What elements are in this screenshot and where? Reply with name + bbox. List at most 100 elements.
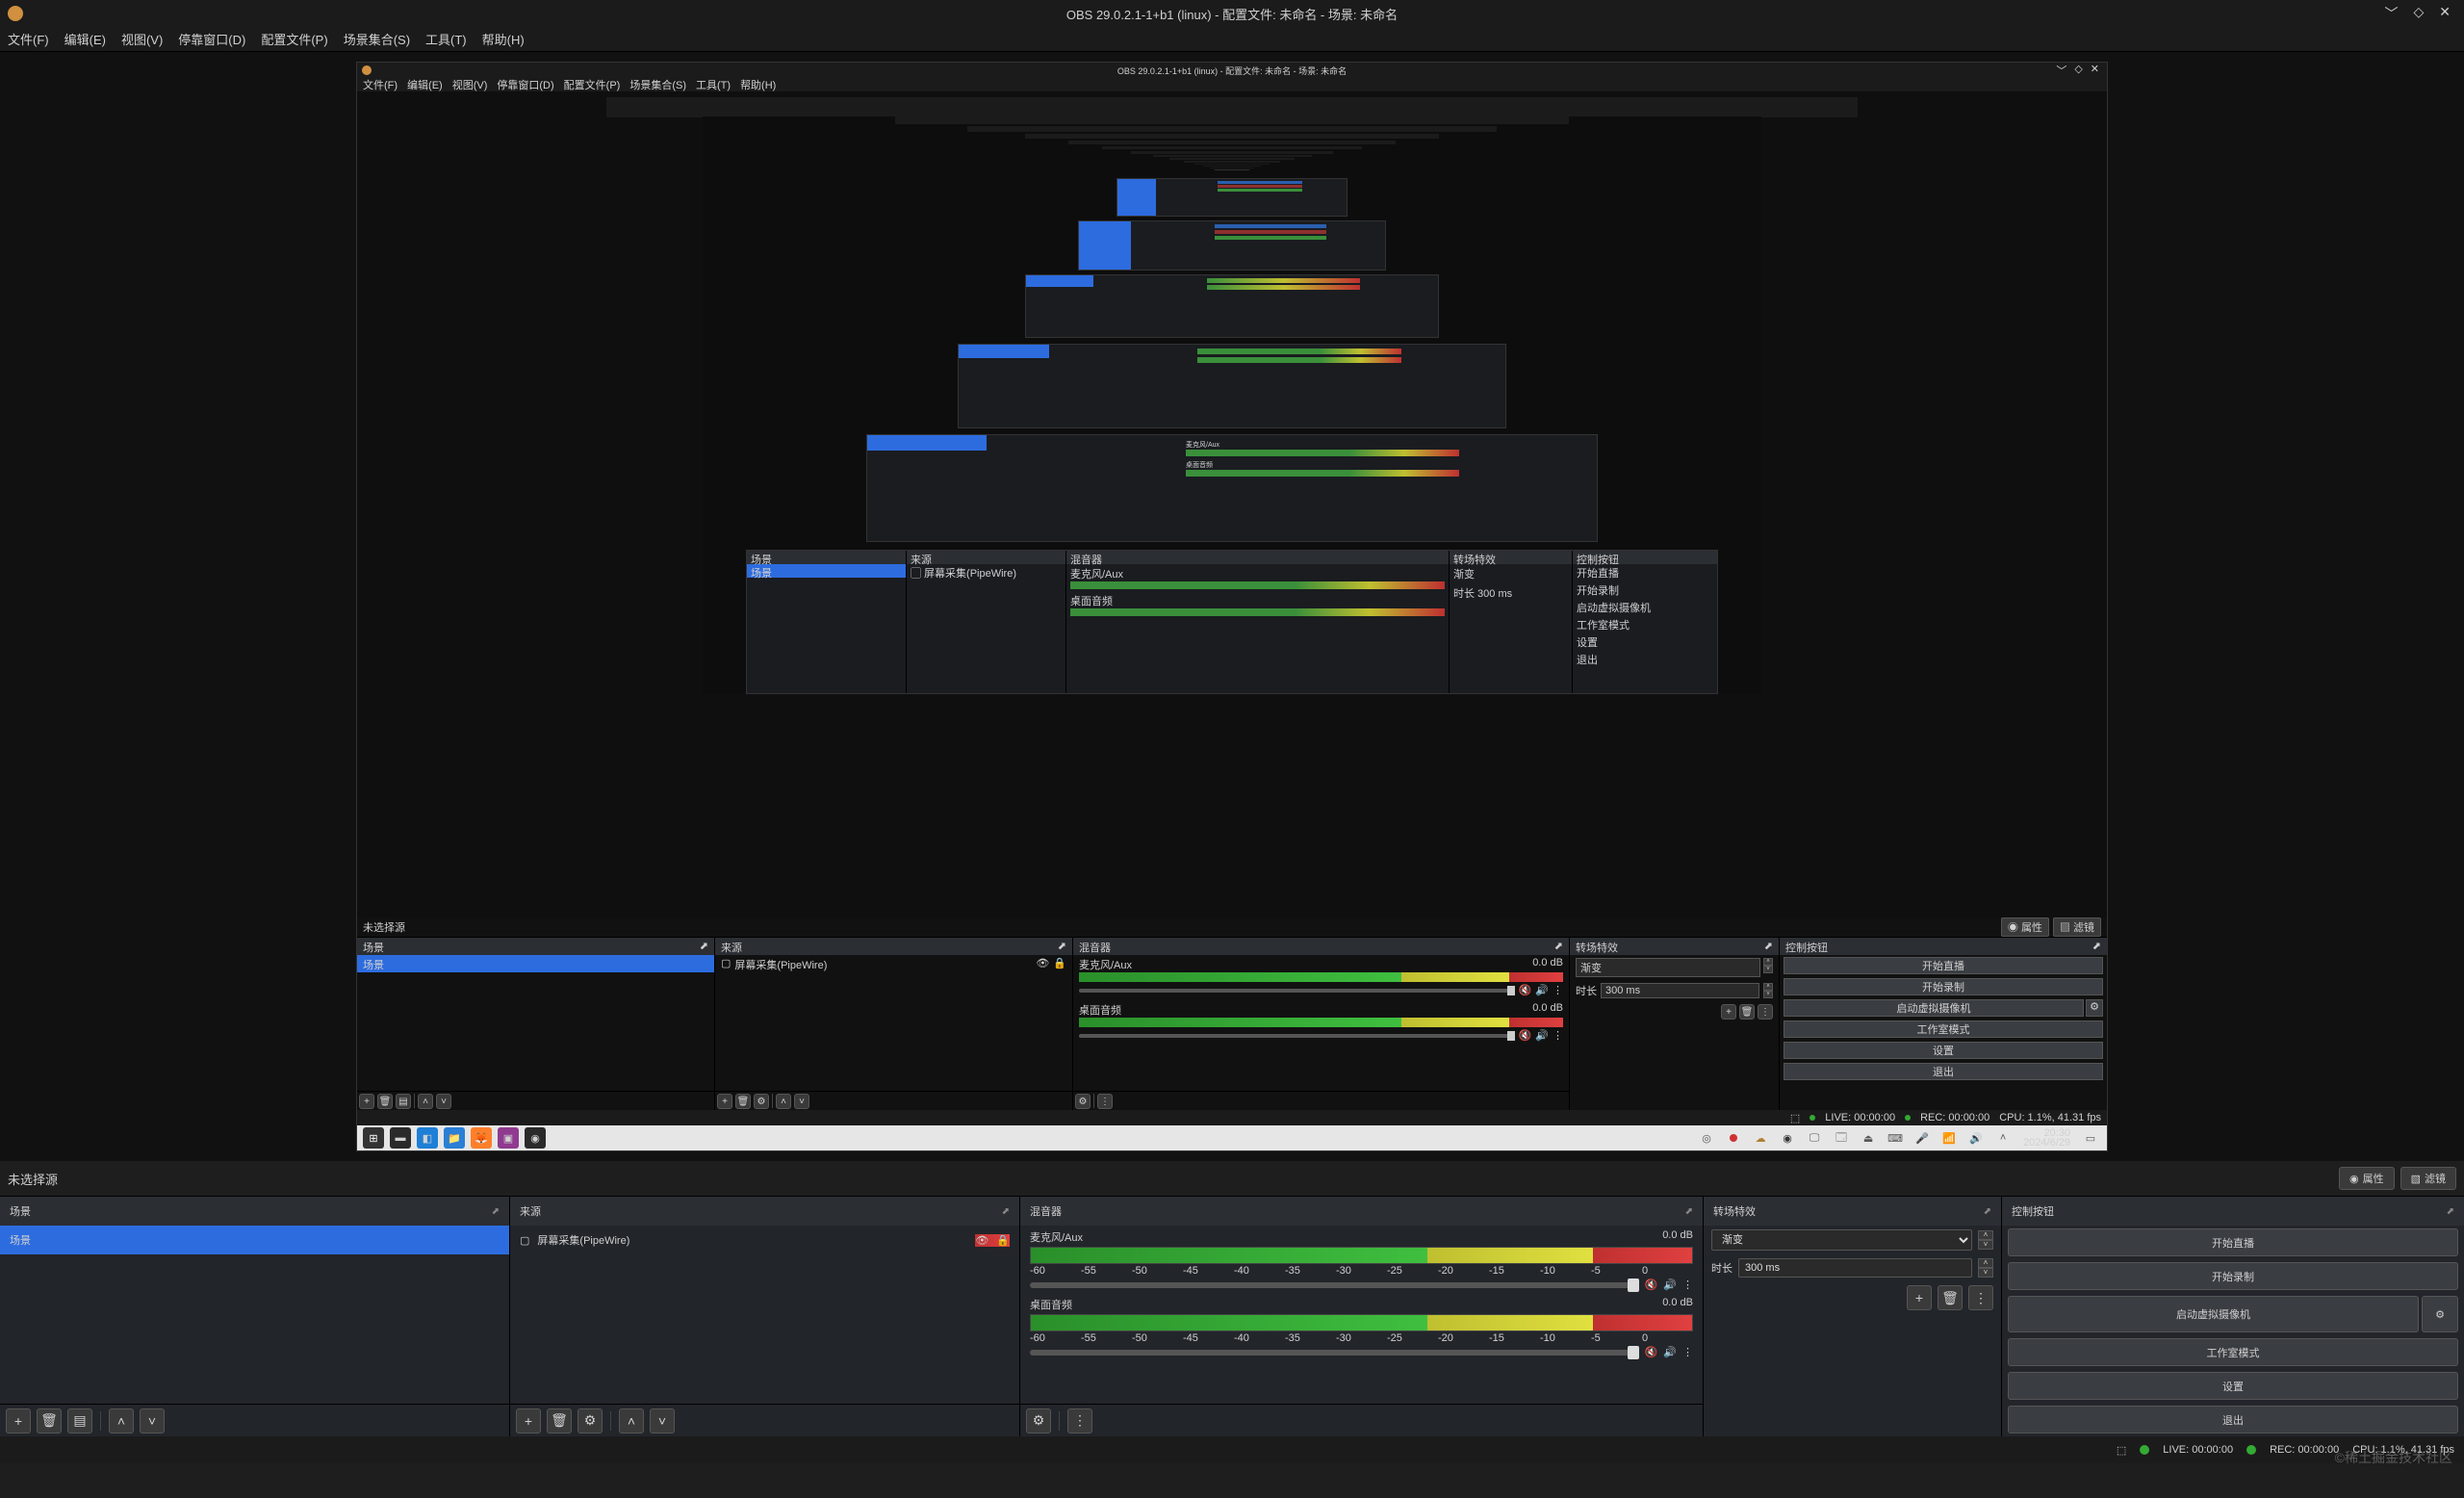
- remove-source-button[interactable]: 🗑: [547, 1408, 572, 1433]
- files-icon[interactable]: 📁: [444, 1127, 465, 1149]
- popout-icon[interactable]: ⬈: [492, 1206, 500, 1217]
- scene-down-button[interactable]: ˅: [140, 1408, 165, 1433]
- source-up-button[interactable]: ˄: [619, 1408, 644, 1433]
- mixer-channel-mic: 麦克风/Aux0.0 dB -60-55-50-45-40-35-30-25-2…: [1020, 1226, 1703, 1293]
- sources-dock: 来源⬈ ▢ 屏幕采集(PipeWire) 👁🔒 + 🗑 ⚙ ˄ ˅: [510, 1197, 1020, 1436]
- popout-icon[interactable]: ⬈: [1685, 1206, 1693, 1217]
- menu-edit[interactable]: 编辑(E): [64, 30, 106, 48]
- tray-icon[interactable]: 🗔: [1831, 1127, 1852, 1149]
- taskbar-app-icon[interactable]: ◧: [417, 1127, 438, 1149]
- tray-icon[interactable]: 🔊: [1965, 1127, 1987, 1149]
- menu-file[interactable]: 文件(F): [8, 30, 49, 48]
- mute-icon[interactable]: 🔇: [1645, 1278, 1658, 1291]
- no-source-label: 未选择源: [8, 1170, 58, 1188]
- duration-label: 时长: [1711, 1260, 1732, 1276]
- start-streaming-button[interactable]: 开始直播: [2008, 1228, 2458, 1256]
- menu-view[interactable]: 视图(V): [121, 30, 163, 48]
- tray-icon[interactable]: ⏏: [1858, 1127, 1879, 1149]
- obs-icon[interactable]: ◉: [525, 1127, 546, 1149]
- rec-timer: REC: 00:00:00: [2270, 1444, 2339, 1456]
- menu-tools[interactable]: 工具(T): [425, 30, 467, 48]
- more-icon[interactable]: ⋮: [1682, 1278, 1693, 1291]
- nested-taskbar: ⊞ ▬ ◧ 📁 🦊 ▣ ◉ ◎ ☁ ◉ 🖵 🗔 ⏏ ⌨ 🎤 📶 🔊 ˄ 20:3…: [357, 1125, 2107, 1150]
- spinner-up[interactable]: ˄: [1978, 1258, 1993, 1268]
- spinner-down[interactable]: ˅: [1978, 1268, 1993, 1278]
- source-down-button[interactable]: ˅: [650, 1408, 675, 1433]
- mic-volume-slider[interactable]: [1030, 1282, 1639, 1288]
- source-item[interactable]: ▢ 屏幕采集(PipeWire) 👁🔒: [510, 1226, 1019, 1254]
- properties-button[interactable]: ◉ 属性: [2339, 1167, 2395, 1190]
- controls-title: 控制按钮: [2012, 1203, 2054, 1219]
- start-virtualcam-button[interactable]: 启动虚拟摄像机: [2008, 1296, 2419, 1332]
- no-source-bar: 未选择源 ◉ 属性 ▧ 滤镜: [0, 1161, 2464, 1196]
- menu-help[interactable]: 帮助(H): [482, 30, 525, 48]
- popout-icon[interactable]: ⬈: [2447, 1206, 2454, 1217]
- scenes-title: 场景: [10, 1203, 31, 1219]
- tray-icon[interactable]: 🖵: [1804, 1127, 1825, 1149]
- remove-scene-button[interactable]: 🗑: [37, 1408, 62, 1433]
- scenes-dock: 场景 ⬈ 场景 + 🗑 ▤ ˄ ˅: [0, 1197, 510, 1436]
- virtualcam-settings-button[interactable]: ⚙: [2422, 1296, 2458, 1332]
- volume-icon[interactable]: 🔊: [1663, 1278, 1677, 1291]
- dock-layout-icon[interactable]: ⬚: [2117, 1444, 2126, 1457]
- tray-icon[interactable]: ⌨: [1885, 1127, 1906, 1149]
- tray-icon[interactable]: ◉: [1777, 1127, 1798, 1149]
- menu-scenecol[interactable]: 场景集合(S): [344, 30, 410, 48]
- mixer-menu-button[interactable]: ⋮: [1067, 1408, 1092, 1433]
- statusbar: ⬚ LIVE: 00:00:00 REC: 00:00:00 CPU: 1.1%…: [0, 1436, 2464, 1463]
- gear-icon: ◉: [2349, 1173, 2359, 1185]
- tray-icon[interactable]: 🎤: [1912, 1127, 1933, 1149]
- terminal-icon[interactable]: ▣: [498, 1127, 519, 1149]
- exit-button[interactable]: 退出: [2008, 1406, 2458, 1433]
- lock-icon[interactable]: 🔒: [996, 1234, 1010, 1247]
- menu-profile[interactable]: 配置文件(P): [261, 30, 327, 48]
- firefox-icon[interactable]: 🦊: [471, 1127, 492, 1149]
- mixer-title: 混音器: [1030, 1203, 1062, 1219]
- gear-icon: ⚙: [2435, 1308, 2445, 1321]
- scene-item[interactable]: 场景: [0, 1226, 509, 1254]
- spinner-up[interactable]: ˄: [1978, 1230, 1993, 1240]
- controls-dock: 控制按钮 ⬈ 开始直播 开始录制 启动虚拟摄像机 ⚙ 工作室模式 设置 退出: [2002, 1197, 2464, 1436]
- settings-button[interactable]: 设置: [2008, 1372, 2458, 1400]
- studio-mode-button[interactable]: 工作室模式: [2008, 1338, 2458, 1366]
- preview-canvas[interactable]: OBS 29.0.2.1-1+b1 (linux) - 配置文件: 未命名 - …: [0, 52, 2464, 1161]
- scene-filters-button[interactable]: ▤: [67, 1408, 92, 1433]
- watermark: ©稀土掘金技术社区: [2335, 1448, 2452, 1467]
- transition-type-select[interactable]: 渐变: [1711, 1229, 1972, 1251]
- add-source-button[interactable]: +: [516, 1408, 541, 1433]
- volume-icon[interactable]: 🔊: [1663, 1346, 1677, 1358]
- show-desktop-icon[interactable]: ▭: [2080, 1127, 2101, 1149]
- tray-icon[interactable]: ☁: [1750, 1127, 1771, 1149]
- desktop-volume-slider[interactable]: [1030, 1350, 1639, 1356]
- filters-button[interactable]: ▧ 滤镜: [2400, 1167, 2456, 1190]
- tray-icon[interactable]: ˄: [1992, 1127, 2014, 1149]
- desktop-meter: [1030, 1314, 1693, 1331]
- add-scene-button[interactable]: +: [6, 1408, 31, 1433]
- mixer-settings-button[interactable]: ⚙: [1026, 1408, 1051, 1433]
- tray-icon[interactable]: [1723, 1127, 1744, 1149]
- tray-icon[interactable]: ◎: [1696, 1127, 1717, 1149]
- screen-capture-icon: ▢: [520, 1234, 529, 1247]
- start-recording-button[interactable]: 开始录制: [2008, 1262, 2458, 1290]
- mute-icon[interactable]: 🔇: [1645, 1346, 1658, 1358]
- transitions-dock: 转场特效⬈ 渐变 ˄˅ 时长 ˄˅ + 🗑 ⋮: [1704, 1197, 2002, 1436]
- visibility-icon[interactable]: 👁: [975, 1234, 988, 1247]
- spinner-down[interactable]: ˅: [1978, 1240, 1993, 1250]
- menu-dock[interactable]: 停靠窗口(D): [178, 30, 245, 48]
- popout-icon[interactable]: ⬈: [1984, 1206, 1991, 1217]
- scene-up-button[interactable]: ˄: [109, 1408, 134, 1433]
- taskbar-app-icon[interactable]: ▬: [390, 1127, 411, 1149]
- mixer-channel-desktop: 桌面音频0.0 dB -60-55-50-45-40-35-30-25-20-1…: [1020, 1293, 1703, 1360]
- rec-status-icon: [2246, 1445, 2256, 1455]
- popout-icon[interactable]: ⬈: [1002, 1206, 1010, 1217]
- more-icon[interactable]: ⋮: [1682, 1346, 1693, 1358]
- tray-icon[interactable]: 📶: [1938, 1127, 1960, 1149]
- live-timer: LIVE: 00:00:00: [2163, 1444, 2233, 1456]
- source-properties-button[interactable]: ⚙: [578, 1408, 603, 1433]
- transition-menu-button[interactable]: ⋮: [1968, 1285, 1993, 1310]
- add-transition-button[interactable]: +: [1907, 1285, 1932, 1310]
- duration-input[interactable]: [1738, 1258, 1972, 1278]
- titlebar: OBS 29.0.2.1-1+b1 (linux) - 配置文件: 未命名 - …: [0, 0, 2464, 27]
- remove-transition-button[interactable]: 🗑: [1938, 1285, 1963, 1310]
- activities-icon[interactable]: ⊞: [363, 1127, 384, 1149]
